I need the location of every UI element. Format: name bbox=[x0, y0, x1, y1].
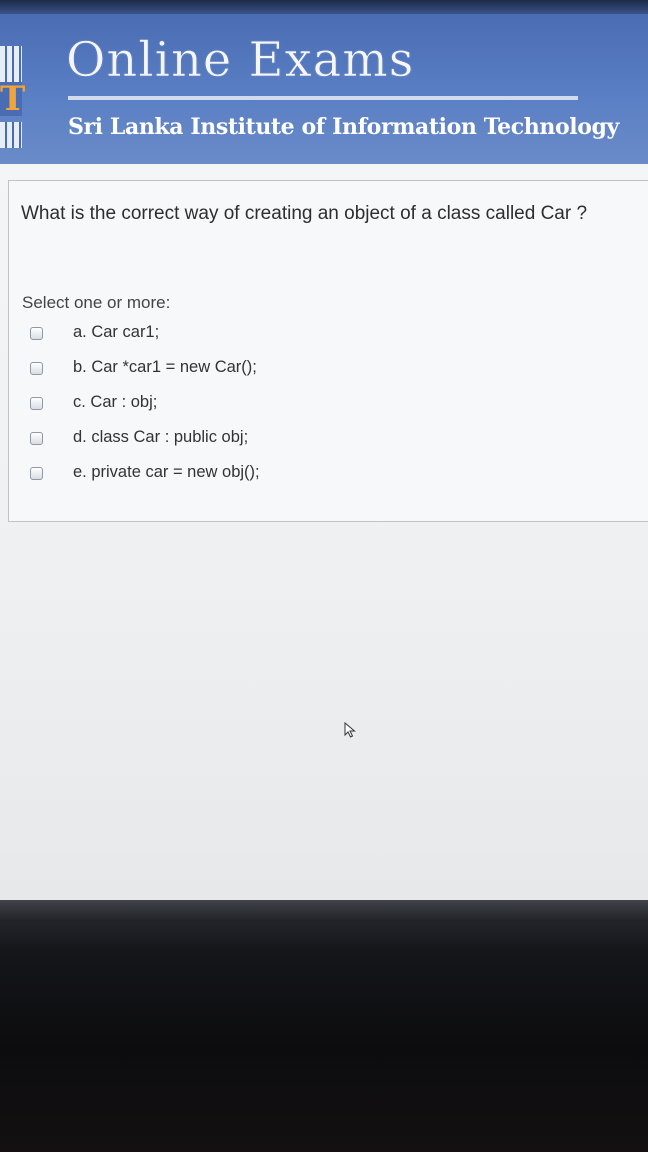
checkbox-e[interactable] bbox=[30, 467, 43, 480]
checkbox-d[interactable] bbox=[30, 432, 43, 445]
answer-option-a[interactable]: a. Car car1; bbox=[9, 321, 648, 356]
answer-option-e[interactable]: e. private car = new obj(); bbox=[9, 461, 648, 496]
monitor-bezel bbox=[0, 900, 648, 1152]
exam-page: What is the correct way of creating an o… bbox=[0, 164, 648, 912]
site-header: T Online Exams Sri Lanka Institute of In… bbox=[0, 14, 648, 164]
title-divider bbox=[68, 96, 578, 100]
answer-options: a. Car car1; b. Car *car1 = new Car(); c… bbox=[9, 321, 648, 496]
option-label-b[interactable]: b. Car *car1 = new Car(); bbox=[73, 358, 257, 377]
option-label-d[interactable]: d. class Car : public obj; bbox=[73, 428, 248, 447]
option-label-e[interactable]: e. private car = new obj(); bbox=[73, 463, 260, 482]
checkbox-c[interactable] bbox=[30, 397, 43, 410]
logo-letter: T bbox=[0, 79, 26, 119]
answer-option-d[interactable]: d. class Car : public obj; bbox=[9, 426, 648, 461]
question-card: What is the correct way of creating an o… bbox=[8, 180, 648, 522]
institute-logo: T bbox=[0, 46, 26, 150]
answer-option-c[interactable]: c. Car : obj; bbox=[9, 391, 648, 426]
monitor-top-edge bbox=[0, 0, 648, 14]
checkbox-a[interactable] bbox=[30, 327, 43, 340]
select-instruction: Select one or more: bbox=[22, 293, 171, 312]
institute-name: Sri Lanka Institute of Information Techn… bbox=[68, 114, 619, 140]
answer-option-b[interactable]: b. Car *car1 = new Car(); bbox=[9, 356, 648, 391]
option-label-c[interactable]: c. Car : obj; bbox=[73, 393, 157, 412]
mouse-pointer-icon bbox=[344, 722, 356, 738]
checkbox-b[interactable] bbox=[30, 362, 43, 375]
option-label-a[interactable]: a. Car car1; bbox=[73, 323, 159, 342]
question-text: What is the correct way of creating an o… bbox=[21, 203, 588, 224]
site-title: Online Exams bbox=[66, 32, 415, 89]
